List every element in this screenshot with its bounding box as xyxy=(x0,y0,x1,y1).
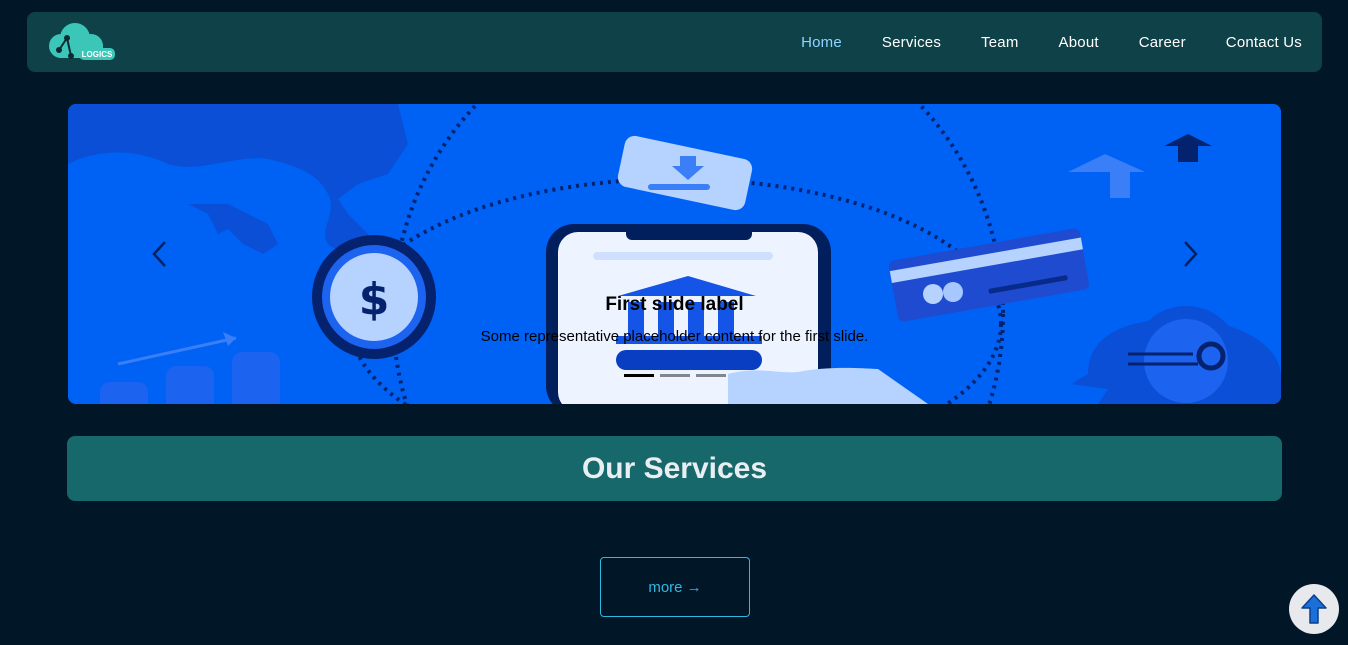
logo-text: LOGICS xyxy=(82,50,113,59)
arrow-up-icon xyxy=(1301,594,1327,624)
services-banner: Our Services xyxy=(67,436,1282,501)
slide-caption-title: First slide label xyxy=(605,294,744,315)
scroll-to-top-button[interactable] xyxy=(1289,584,1339,634)
cloud-logo-icon: LOGICS xyxy=(49,23,115,60)
chevron-right-icon xyxy=(1184,241,1198,267)
nav-about[interactable]: About xyxy=(1059,34,1099,51)
nav-home[interactable]: Home xyxy=(801,34,842,51)
carousel-indicator-3[interactable] xyxy=(696,374,726,377)
more-button[interactable]: more → xyxy=(600,557,750,617)
carousel-indicator-1[interactable] xyxy=(624,374,654,377)
navbar: LOGICS Home Services Team About Career C… xyxy=(27,12,1322,72)
slide-caption-text: Some representative placeholder content … xyxy=(480,328,869,345)
logo[interactable]: LOGICS xyxy=(45,20,117,64)
nav-career[interactable]: Career xyxy=(1139,34,1186,51)
carousel-prev-button[interactable] xyxy=(140,234,180,274)
carousel-next-button[interactable] xyxy=(1170,234,1210,274)
services-title: Our Services xyxy=(581,451,768,485)
nav-team[interactable]: Team xyxy=(981,34,1018,51)
nav-services[interactable]: Services xyxy=(882,34,941,51)
chevron-left-icon xyxy=(152,241,166,267)
carousel-indicator-2[interactable] xyxy=(660,374,690,377)
nav-contact-us[interactable]: Contact Us xyxy=(1226,34,1302,51)
slide-illustration: $ xyxy=(68,104,1281,404)
nav-links: Home Services Team About Career Contact … xyxy=(761,12,1302,72)
carousel-indicators xyxy=(624,374,726,377)
hero-carousel: $ First slide label Some representative … xyxy=(68,104,1281,404)
